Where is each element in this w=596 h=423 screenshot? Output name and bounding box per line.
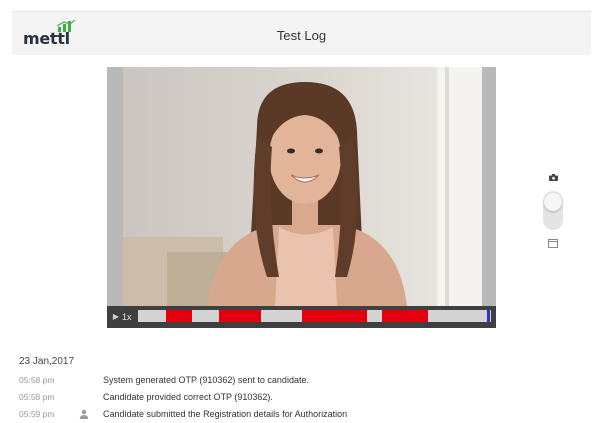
play-icon: ▶ xyxy=(112,312,120,321)
log-time: 05:58 pm xyxy=(19,375,55,385)
app-header: mettl Test Log xyxy=(12,11,591,55)
window-icon[interactable] xyxy=(548,239,558,248)
log-time: 05:58 pm xyxy=(19,392,55,402)
play-button[interactable]: ▶ xyxy=(111,311,121,323)
playhead[interactable] xyxy=(487,309,490,323)
candidate-video-frame[interactable] xyxy=(107,67,496,306)
log-time: 05:59 pm xyxy=(19,409,55,419)
toggle-knob[interactable] xyxy=(544,193,562,211)
side-controls xyxy=(541,172,565,252)
log-entry: 05:59 pm Candidate submitted the Registr… xyxy=(19,409,579,423)
user-icon xyxy=(79,409,89,419)
flagged-segment[interactable] xyxy=(219,310,261,322)
playback-speed-button[interactable]: 1x xyxy=(122,310,132,324)
flagged-segment[interactable] xyxy=(382,310,428,322)
flagged-segment[interactable] xyxy=(166,310,192,322)
camera-screen-toggle[interactable] xyxy=(543,191,563,230)
video-player: ▶ 1x xyxy=(107,67,496,328)
player-controls: ▶ 1x xyxy=(107,306,496,328)
log-entry: 05:58 pm Candidate provided correct OTP … xyxy=(19,392,579,409)
log-entry: 05:58 pm System generated OTP (910362) s… xyxy=(19,375,579,392)
flagged-segment[interactable] xyxy=(302,310,367,322)
activity-log: 23 Jan,2017 05:58 pm System generated OT… xyxy=(19,356,579,423)
log-message: System generated OTP (910362) sent to ca… xyxy=(103,375,309,385)
video-timeline[interactable] xyxy=(138,309,491,323)
log-message: Candidate submitted the Registration det… xyxy=(103,409,348,419)
log-message: Candidate provided correct OTP (910362). xyxy=(103,392,273,402)
page-title: Test Log xyxy=(276,28,327,43)
candidate-video-image xyxy=(107,67,496,306)
log-date: 23 Jan,2017 xyxy=(19,356,75,367)
camera-icon[interactable] xyxy=(549,174,558,181)
